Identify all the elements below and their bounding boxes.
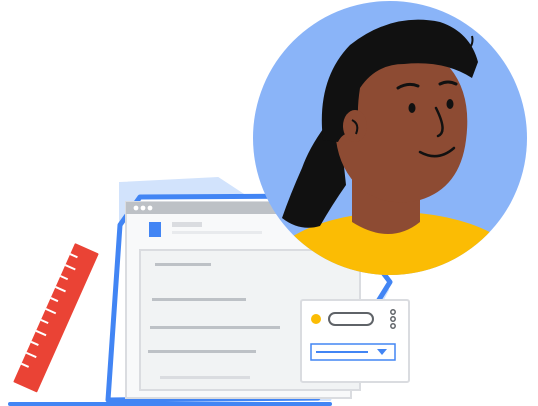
illustration-canvas [8,1,527,406]
ear [343,110,367,142]
dropdown-value-line [316,351,368,353]
illustration [0,0,538,406]
header-line [172,222,202,227]
header-line-2 [172,231,262,234]
window-controls-icon [133,205,153,211]
eye-right [446,99,454,109]
eye-left [408,103,416,113]
status-dot-icon [311,314,321,324]
document-icon [149,222,161,237]
toggle-pill [328,312,374,326]
ruler-icon [13,243,99,393]
settings-card [300,299,410,383]
